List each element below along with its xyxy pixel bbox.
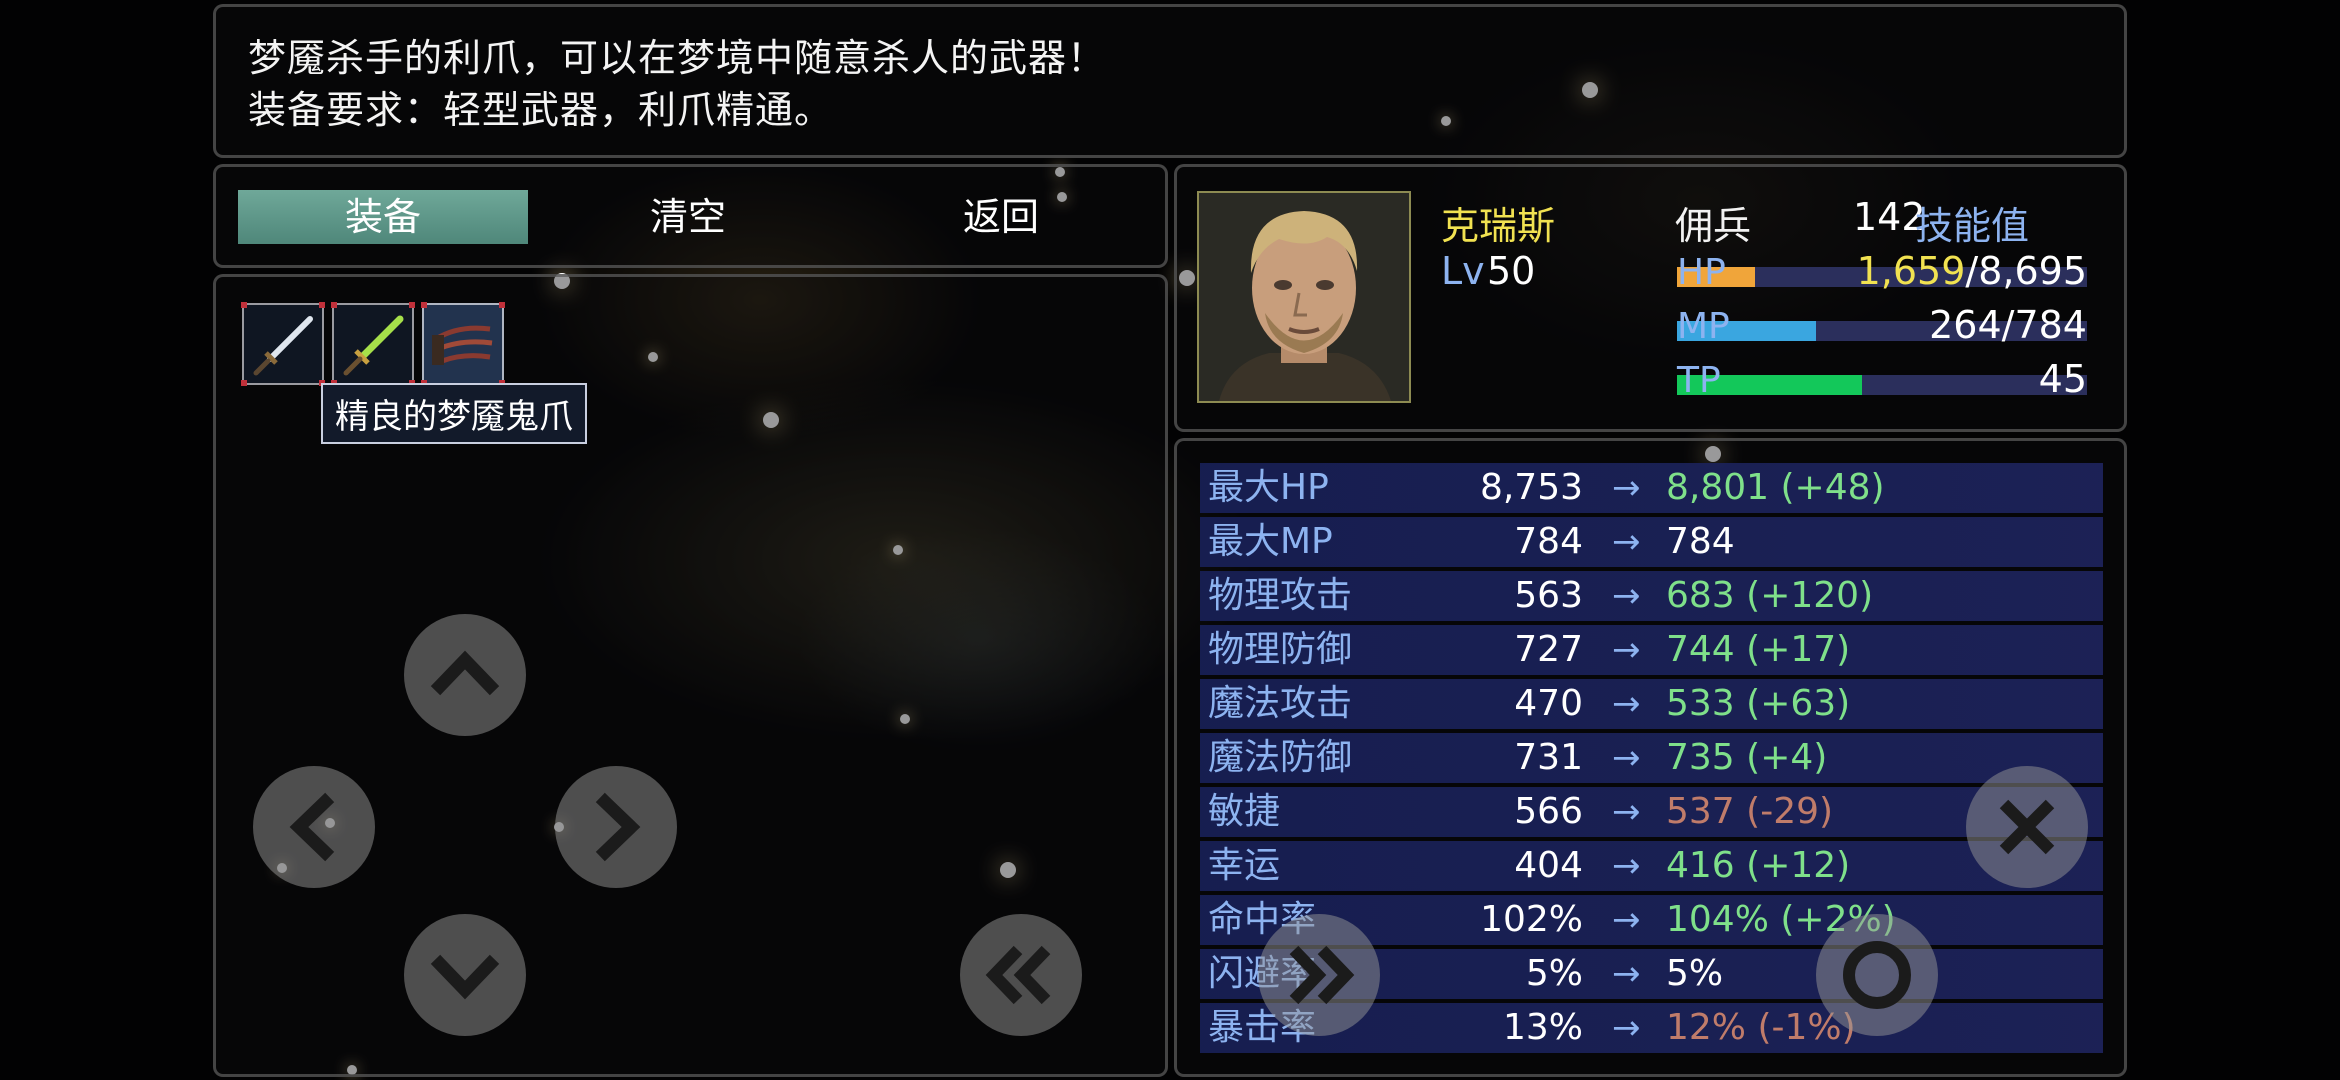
arrow-right-icon: →	[1612, 792, 1641, 832]
tp-gauge: TP 45	[1677, 357, 2087, 401]
item-description-panel: 梦魇杀手的利爪，可以在梦境中随意杀人的武器！ 装备要求：轻型武器，利爪精通。	[213, 4, 2127, 158]
stat-name: 最大HP	[1208, 467, 1329, 508]
stat-name: 物理防御	[1208, 629, 1353, 670]
stat-row: 最大MP 784 → 784	[1200, 517, 2103, 567]
item-slot[interactable]	[241, 302, 325, 386]
stat-name: 物理攻击	[1208, 575, 1353, 616]
tp-label: TP	[1677, 360, 1721, 401]
stat-name: 幸运	[1208, 845, 1281, 886]
stat-name: 敏捷	[1208, 791, 1281, 832]
item-requirement-line: 装备要求：轻型武器，利爪精通。	[248, 88, 834, 132]
stat-current-value: 731	[1514, 737, 1583, 778]
arrow-right-icon: →	[1612, 522, 1641, 562]
mp-label: MP	[1677, 306, 1730, 347]
arrow-right-icon: →	[1612, 900, 1641, 940]
stat-new-value: 744 (+17)	[1666, 629, 1851, 670]
equip-button[interactable]: 装备	[238, 190, 528, 244]
dpad-up-button[interactable]	[404, 614, 526, 736]
stat-row: 物理攻击 563 → 683 (+120)	[1200, 571, 2103, 621]
stat-name: 最大MP	[1208, 521, 1333, 562]
character-portrait	[1197, 191, 1411, 403]
dpad-right-button[interactable]	[555, 766, 677, 888]
stat-current-value: 784	[1514, 521, 1583, 562]
stat-current-value: 563	[1514, 575, 1583, 616]
arrow-right-icon: →	[1612, 738, 1641, 778]
stat-current-value: 102%	[1480, 899, 1583, 940]
stat-current-value: 727	[1514, 629, 1583, 670]
stat-new-value: 683 (+120)	[1666, 575, 1874, 616]
tp-value: 45	[2038, 357, 2087, 401]
stat-new-value: 735 (+4)	[1666, 737, 1828, 778]
level-value: 50	[1487, 249, 1536, 293]
item-tooltip: 精良的梦魇鬼爪	[321, 383, 587, 444]
hp-gauge: HP 1,659/8,695	[1677, 249, 2087, 293]
arrow-right-icon: →	[1612, 468, 1641, 508]
stat-new-value: 537 (-29)	[1666, 791, 1834, 832]
stat-name: 魔法攻击	[1208, 683, 1353, 724]
stat-current-value: 470	[1514, 683, 1583, 724]
mp-value: 264/784	[1929, 303, 2087, 347]
character-class: 佣兵	[1675, 204, 1752, 248]
hp-max: /8,695	[1965, 249, 2087, 293]
stat-current-value: 404	[1514, 845, 1583, 886]
arrow-right-icon: →	[1612, 846, 1641, 886]
item-slot[interactable]	[331, 302, 415, 386]
dpad-down-button[interactable]	[404, 914, 526, 1036]
stat-new-value: 8,801 (+48)	[1666, 467, 1885, 508]
stat-new-value: 533 (+63)	[1666, 683, 1851, 724]
skill-points-label: 技能值	[1915, 204, 2030, 248]
hp-label: HP	[1677, 252, 1726, 293]
mp-gauge: MP 264/784	[1677, 303, 2087, 347]
hp-current: 1,659	[1856, 249, 1966, 293]
back-button[interactable]: 返回	[856, 190, 1146, 244]
arrow-right-icon: →	[1612, 1008, 1641, 1048]
stat-current-value: 13%	[1502, 1007, 1583, 1048]
arrow-right-icon: →	[1612, 576, 1641, 616]
arrow-right-icon: →	[1612, 954, 1641, 994]
page-back-button[interactable]	[960, 914, 1082, 1036]
arrow-right-icon: →	[1612, 630, 1641, 670]
confirm-button[interactable]	[1816, 914, 1938, 1036]
character-name: 克瑞斯	[1441, 204, 1556, 248]
command-panel: 装备 清空 返回	[213, 164, 1168, 268]
stat-row: 最大HP 8,753 → 8,801 (+48)	[1200, 463, 2103, 513]
stat-new-value: 784	[1666, 521, 1735, 562]
stat-row: 魔法攻击 470 → 533 (+63)	[1200, 679, 2103, 729]
hp-value: 1,659/8,695	[1857, 249, 2087, 293]
stat-current-value: 8,753	[1479, 467, 1583, 508]
character-panel: 克瑞斯 Lv 50 佣兵 142 技能值 HP 1,659/8,695 MP 2…	[1174, 164, 2127, 432]
stat-name: 魔法防御	[1208, 737, 1353, 778]
stat-new-value: 416 (+12)	[1666, 845, 1851, 886]
stat-row: 物理防御 727 → 744 (+17)	[1200, 625, 2103, 675]
clear-button[interactable]: 清空	[543, 190, 833, 244]
stat-current-value: 5%	[1525, 953, 1583, 994]
stat-new-value: 5%	[1666, 953, 1724, 994]
item-slot-selected[interactable]	[421, 302, 505, 386]
stat-current-value: 566	[1514, 791, 1583, 832]
page-forward-button[interactable]	[1258, 914, 1380, 1036]
cancel-button[interactable]	[1966, 766, 2088, 888]
dpad-left-button[interactable]	[253, 766, 375, 888]
arrow-right-icon: →	[1612, 684, 1641, 724]
level-label: Lv	[1441, 249, 1485, 293]
item-description-line: 梦魇杀手的利爪，可以在梦境中随意杀人的武器！	[248, 36, 1107, 80]
